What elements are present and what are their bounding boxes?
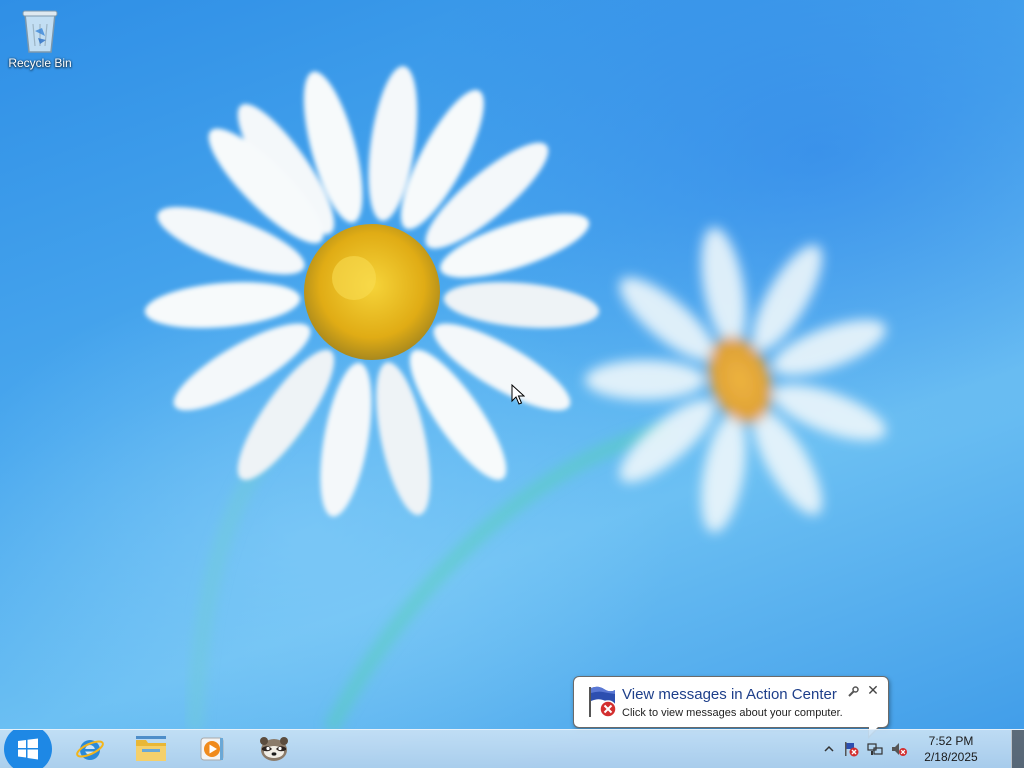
action-center-error-icon[interactable] — [842, 741, 860, 757]
recycle-bin-label: Recycle Bin — [8, 56, 72, 70]
action-center-flag-icon — [589, 686, 617, 718]
clock-date: 2/18/2025 — [924, 750, 978, 764]
close-notification-button[interactable]: ✕ — [866, 683, 880, 697]
taskbar-raccoon-app-button[interactable] — [246, 730, 302, 768]
recycle-bin-icon — [22, 10, 58, 53]
action-center-notification[interactable]: View messages in Action Center Click to … — [573, 676, 889, 739]
media-player-icon — [200, 737, 224, 761]
notification-area: 7:52 PM 2/18/2025 — [820, 730, 1010, 768]
wrench-options-icon[interactable] — [846, 685, 860, 699]
windows-logo-icon — [4, 730, 52, 768]
network-icon[interactable] — [866, 741, 884, 757]
volume-muted-icon[interactable] — [890, 741, 908, 757]
show-hidden-icons-chevron-icon[interactable] — [820, 741, 838, 757]
wallpaper-daisy-image — [144, 66, 887, 730]
notification-message[interactable]: Click to view messages about your comput… — [622, 707, 843, 719]
notification-title[interactable]: View messages in Action Center — [622, 686, 837, 703]
clock-time: 7:52 PM — [928, 734, 974, 748]
desktop[interactable]: Recycle Bin View messages in Action Cent… — [0, 0, 1024, 768]
show-desktop-button[interactable] — [1011, 730, 1024, 768]
raccoon-icon — [260, 737, 288, 761]
start-button[interactable] — [0, 730, 56, 768]
taskbar-file-explorer-button[interactable] — [123, 730, 179, 768]
taskbar-media-player-button[interactable] — [184, 730, 240, 768]
internet-explorer-icon — [76, 740, 104, 760]
taskbar-internet-explorer-button[interactable] — [62, 730, 118, 768]
taskbar-clock[interactable]: 7:52 PM 2/18/2025 — [914, 733, 988, 765]
mouse-cursor-icon — [511, 384, 525, 405]
file-explorer-icon — [136, 736, 166, 761]
taskbar: 7:52 PM 2/18/2025 — [0, 729, 1024, 768]
recycle-bin-shortcut[interactable]: Recycle Bin — [4, 4, 76, 78]
